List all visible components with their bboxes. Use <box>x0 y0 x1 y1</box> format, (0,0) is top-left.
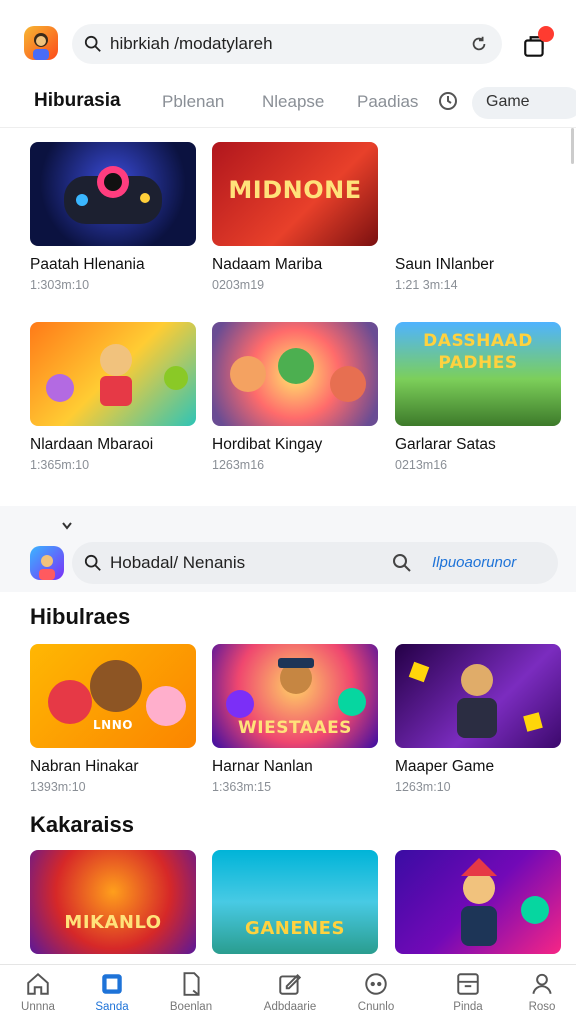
game-title: Harnar Nanlan <box>212 758 313 775</box>
game-thumbnail: MIDNONE <box>212 142 378 246</box>
notification-button[interactable] <box>520 26 554 60</box>
game-thumbnail <box>395 850 561 954</box>
game-title: Nadaam Mariba <box>212 256 323 273</box>
game-thumbnail <box>30 322 196 426</box>
game-card[interactable]: Saun INlanber 1:21 3m:14 <box>395 142 561 292</box>
game-title: Hordibat Kingay <box>212 436 323 453</box>
game-meta: 1:363m:15 <box>212 780 272 794</box>
game-meta: 1263m16 <box>212 458 265 472</box>
game-meta: 0203m19 <box>212 278 265 292</box>
game-meta: 1:365m:10 <box>30 458 90 472</box>
nav-item-cnunlo[interactable]: Cnunlo <box>340 971 412 1013</box>
game-thumbnail: GANENES <box>212 850 378 954</box>
edit-icon <box>279 973 302 995</box>
secondary-search-bar[interactable]: Hobadal/ Nenanis Ilpuoaorunor <box>72 542 558 584</box>
nav-item-boenlan[interactable]: Boenlan <box>155 971 227 1013</box>
game-thumbnail: DASSHAAD PADHES <box>395 322 561 426</box>
game-art-text: LNNO <box>93 718 133 732</box>
game-art-text: GANENES <box>245 918 345 939</box>
game-art-text: WIESTAAES <box>238 718 352 738</box>
notification-badge <box>538 26 554 42</box>
game-meta: 0213m16 <box>395 458 448 472</box>
bottom-navigation: Unnna Sanda Boenlan Adbdaarie Cnunlo Pin… <box>0 964 576 1024</box>
game-thumbnail: MIKANLO <box>30 850 196 954</box>
game-card[interactable]: WIESTAAES Harnar Nanlan 1:363m:15 <box>212 644 378 794</box>
game-title: Maaper Game <box>395 758 495 775</box>
nav-item-adbdaarie[interactable]: Adbdaarie <box>254 971 326 1013</box>
tab-pblenan[interactable]: Pblenan <box>162 92 224 112</box>
section-separator: Hobadal/ Nenanis Ilpuoaorunor <box>0 506 576 592</box>
grid-icon <box>457 973 479 995</box>
game-card[interactable]: LNNO Nabran Hinakar 1393m:10 <box>30 644 196 794</box>
tab-paadias[interactable]: Paadias <box>357 92 418 112</box>
section-title: Kakaraiss <box>30 812 134 837</box>
game-meta: 1:303m:10 <box>30 278 90 292</box>
document-icon <box>183 972 200 996</box>
refresh-icon[interactable] <box>470 35 488 53</box>
search-icon <box>84 554 101 571</box>
game-thumbnail: LNNO <box>30 644 196 748</box>
nav-item-pinda[interactable]: Pinda <box>432 971 504 1013</box>
tab-search-icon[interactable] <box>438 91 460 113</box>
game-meta: 1393m:10 <box>30 780 86 794</box>
game-card[interactable]: DASSHAAD PADHES Garlarar Satas 0213m16 <box>395 322 561 472</box>
tab-nleapse[interactable]: Nleapse <box>262 92 324 112</box>
category-tabs: Hiburasia Pblenan Nleapse Paadias Game <box>0 78 576 128</box>
game-meta: 1:21 3m:14 <box>395 278 458 292</box>
game-thumbnail <box>212 322 378 426</box>
nav-item-sanda[interactable]: Sanda <box>76 971 148 1013</box>
game-title: Saun INlanber <box>395 256 495 273</box>
status-bar <box>0 0 576 14</box>
game-card[interactable]: Nlardaan Mbaraoi 1:365m:10 <box>30 322 196 472</box>
tab-game[interactable]: Game <box>472 87 576 119</box>
profile-icon <box>532 973 552 995</box>
app-avatar-icon[interactable] <box>24 26 58 60</box>
game-card[interactable]: Hordibat Kingay 1263m16 <box>212 322 378 472</box>
game-thumbnail <box>395 142 561 246</box>
section-title: Hibulraes <box>30 604 131 629</box>
game-title: Nabran Hinakar <box>30 758 139 775</box>
game-thumbnail: WIESTAAES <box>212 644 378 748</box>
controller-icon <box>365 973 387 995</box>
search-input[interactable]: hibrkiah /modatylareh <box>110 34 273 54</box>
chevron-down-icon[interactable] <box>62 522 72 530</box>
home-icon <box>27 972 49 995</box>
game-art-text: DASSHAAD PADHES <box>423 331 533 373</box>
game-title: Paatah Hlenania <box>30 256 145 273</box>
game-card[interactable]: Paatah Hlenania 1:303m:10 <box>30 142 196 292</box>
nav-item-roso[interactable]: Roso <box>506 971 576 1013</box>
scrollbar[interactable] <box>571 128 574 164</box>
search-icon <box>84 35 101 52</box>
secondary-search-input[interactable]: Hobadal/ Nenanis <box>110 553 245 573</box>
game-card[interactable]: Maaper Game 1263m:10 <box>395 644 561 794</box>
nav-item-unnna[interactable]: Unnna <box>2 971 74 1013</box>
game-card[interactable]: GANENES <box>212 850 378 954</box>
game-title: Garlarar Satas <box>395 436 496 453</box>
search-bar[interactable]: hibrkiah /modatylareh <box>72 24 502 64</box>
game-thumbnail <box>395 644 561 748</box>
app-avatar-icon[interactable] <box>30 546 64 580</box>
game-art-text: MIDNONE <box>228 176 362 204</box>
game-card[interactable]: MIDNONE Nadaam Mariba 0203m19 <box>212 142 378 292</box>
game-thumbnail <box>30 142 196 246</box>
game-art-text: MIKANLO <box>64 912 162 933</box>
square-icon <box>102 974 122 994</box>
game-card[interactable]: MIKANLO <box>30 850 196 954</box>
game-title: Nlardaan Mbaraoi <box>30 436 154 453</box>
game-card[interactable] <box>395 850 561 954</box>
game-meta: 1263m:10 <box>395 780 451 794</box>
search-icon[interactable] <box>392 553 412 573</box>
search-link[interactable]: Ilpuoaorunor <box>432 554 516 571</box>
tab-hiburasia[interactable]: Hiburasia <box>34 90 121 112</box>
